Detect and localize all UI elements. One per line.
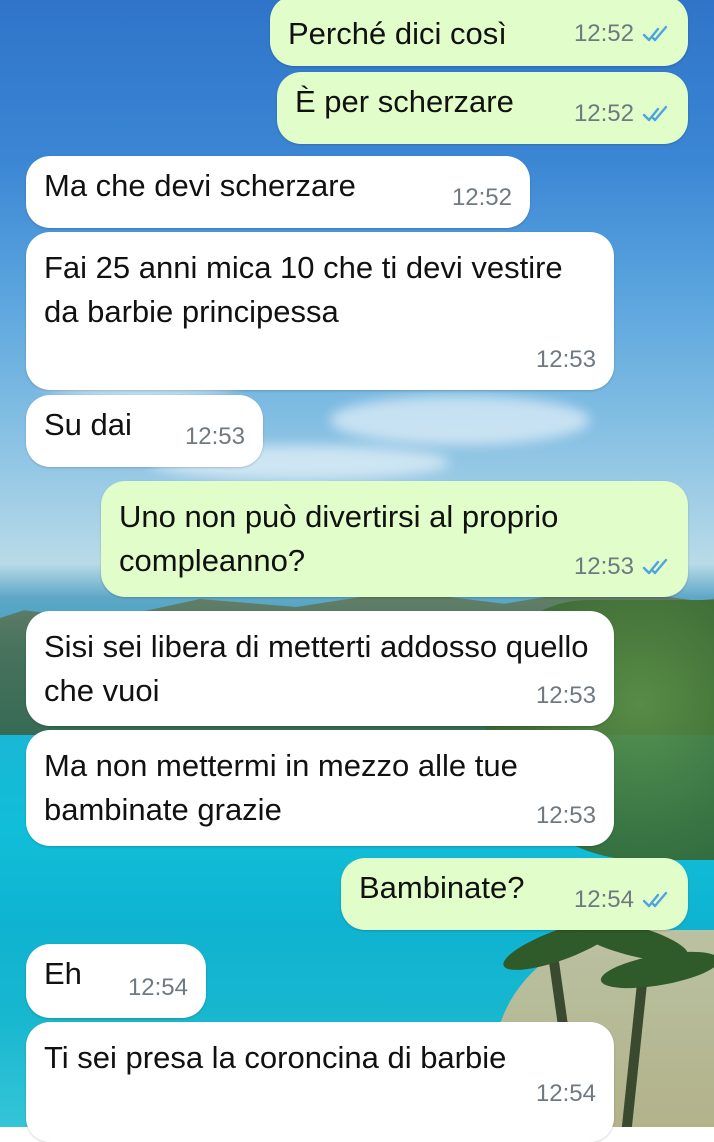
message-text: Ma non mettermi in mezzo alle tue bambin… [44, 748, 527, 827]
read-ticks-icon [642, 891, 668, 908]
message-meta: 12:53 [536, 338, 596, 382]
message-time: 12:54 [127, 974, 188, 1001]
message-bubble-incoming[interactable]: Fai 25 anni mica 10 che ti devi vestire … [26, 232, 614, 390]
message-time: 12:53 [573, 553, 634, 580]
message-time: 12:54 [573, 886, 634, 913]
read-ticks-icon [642, 105, 668, 122]
message-time: 12:52 [451, 184, 512, 211]
message-meta: 12:53 [536, 794, 596, 838]
message-time: 12:53 [535, 682, 596, 709]
message-time: 12:53 [535, 802, 596, 829]
message-time: 12:52 [573, 100, 634, 127]
message-bubble-outgoing[interactable]: Perché dici così 12:52 [270, 0, 688, 66]
message-text: Sisi sei libera di metterti addosso quel… [44, 629, 598, 708]
message-meta: 12:53 [185, 415, 245, 459]
read-ticks-icon [642, 558, 668, 575]
message-bubble-outgoing[interactable]: Uno non può divertirsi al proprio comple… [101, 481, 688, 597]
message-text: Uno non può divertirsi al proprio comple… [119, 499, 568, 578]
message-meta: 12:52 [574, 12, 670, 56]
message-text: Ma che devi scherzare [44, 168, 356, 203]
message-bubble-incoming[interactable]: Eh 12:54 [26, 944, 206, 1018]
message-bubble-incoming[interactable]: Ma non mettermi in mezzo alle tue bambin… [26, 730, 614, 846]
message-meta: 12:54 [574, 878, 670, 922]
message-bubble-outgoing[interactable]: Bambinate? 12:54 [341, 858, 688, 930]
message-bubble-incoming[interactable]: Su dai 12:53 [26, 395, 263, 467]
message-time: 12:52 [573, 20, 634, 47]
message-meta: 12:54 [128, 966, 188, 1010]
message-bubble-outgoing[interactable]: È per scherzare 12:52 [277, 72, 688, 144]
message-time: 12:54 [535, 1080, 596, 1107]
message-bubble-incoming[interactable]: Ma che devi scherzare 12:52 [26, 156, 530, 228]
message-meta: 12:52 [574, 92, 670, 136]
message-bubble-incoming[interactable]: Sisi sei libera di metterti addosso quel… [26, 611, 614, 726]
read-ticks-icon [642, 25, 668, 42]
message-meta: 12:54 [536, 1072, 596, 1116]
conversation: Perché dici così 12:52 È per scherzare 1… [0, 0, 714, 1142]
message-time: 12:53 [535, 346, 596, 373]
message-bubble-incoming[interactable]: Ti sei presa la coroncina di barbie 12:5… [26, 1022, 614, 1142]
message-meta: 12:53 [574, 545, 670, 589]
message-meta: 12:53 [536, 674, 596, 718]
message-text: Fai 25 anni mica 10 che ti devi vestire … [44, 250, 572, 329]
message-text: Ti sei presa la coroncina di barbie [44, 1040, 507, 1075]
message-time: 12:53 [184, 423, 245, 450]
message-meta: 12:52 [452, 176, 512, 220]
